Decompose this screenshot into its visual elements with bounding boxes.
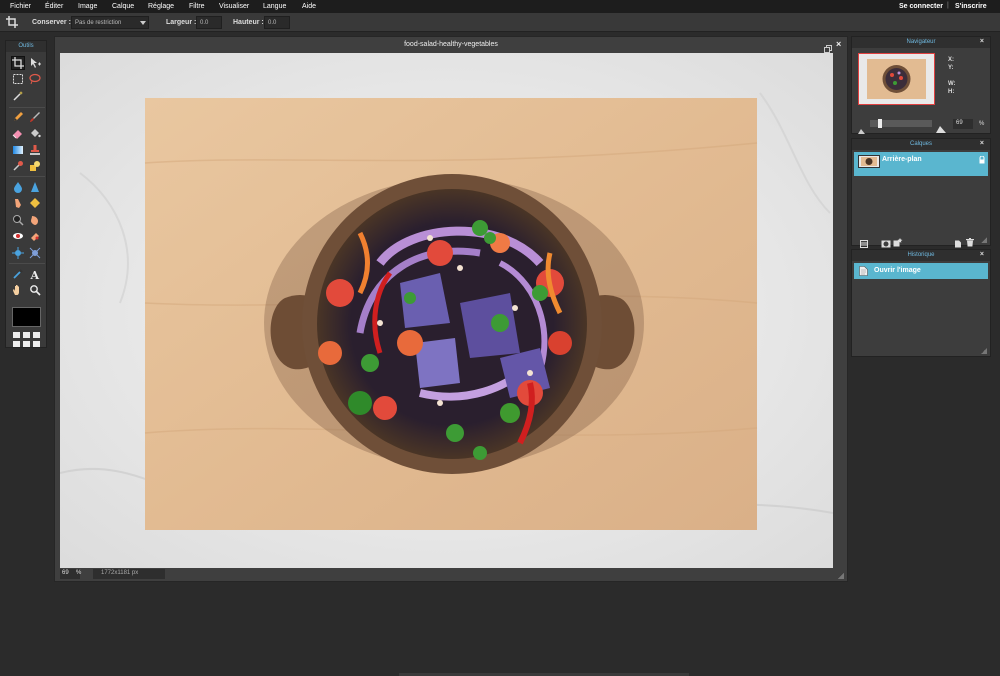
tools-panel: Outils A bbox=[5, 40, 47, 348]
navigator-title: Navigateur × bbox=[852, 37, 990, 48]
history-item-label: Ouvrir l'image bbox=[874, 267, 921, 274]
zoom-icon[interactable] bbox=[29, 284, 41, 296]
signup-link[interactable]: S'inscrire bbox=[955, 3, 987, 10]
menu-reglage[interactable]: Réglage bbox=[148, 3, 174, 10]
eraser-icon[interactable] bbox=[12, 127, 24, 139]
red-eye-icon[interactable] bbox=[12, 230, 24, 242]
menu-fichier[interactable]: Fichier bbox=[10, 3, 31, 10]
history-title: Historique × bbox=[852, 250, 990, 261]
close-icon[interactable]: × bbox=[980, 38, 984, 45]
width-input[interactable]: 0.0 bbox=[196, 16, 222, 29]
shapes-icon[interactable] bbox=[29, 160, 41, 172]
color-replace-icon[interactable] bbox=[12, 160, 24, 172]
layers-title-text: Calques bbox=[909, 141, 932, 147]
blur-icon[interactable] bbox=[12, 181, 24, 193]
paint-bucket-icon[interactable] bbox=[29, 127, 41, 139]
spot-heal-icon[interactable] bbox=[29, 230, 41, 242]
resize-grip-icon[interactable] bbox=[981, 348, 987, 354]
gradient-icon[interactable] bbox=[12, 144, 24, 156]
pinch-icon[interactable] bbox=[29, 247, 41, 259]
tools-divider bbox=[9, 176, 45, 177]
layers-title: Calques × bbox=[852, 139, 990, 150]
layer-row[interactable]: Arrière-plan bbox=[854, 152, 988, 176]
menu-calque[interactable]: Calque bbox=[112, 3, 134, 10]
menu-aide[interactable]: Aide bbox=[302, 3, 316, 10]
zoom-in-mountain-icon[interactable] bbox=[936, 120, 946, 138]
menu-bar: Fichier Éditer Image Calque Réglage Filt… bbox=[0, 0, 1000, 13]
menu-separator: | bbox=[947, 2, 949, 9]
nav-w-label: W: bbox=[948, 81, 956, 87]
food-photo bbox=[60, 53, 833, 568]
zoom-slider[interactable] bbox=[870, 119, 932, 128]
layer-thumbnail bbox=[858, 155, 880, 168]
options-bar: Conserver : Pas de restriction Largeur :… bbox=[0, 13, 1000, 32]
pencil-icon[interactable] bbox=[12, 111, 24, 123]
height-label: Hauteur : bbox=[233, 19, 264, 26]
nav-y-label: Y: bbox=[948, 65, 954, 71]
sponge-icon[interactable] bbox=[29, 197, 41, 209]
keep-select[interactable]: Pas de restriction bbox=[71, 16, 149, 29]
foreground-color-swatch[interactable] bbox=[12, 307, 41, 327]
keep-select-value: Pas de restriction bbox=[75, 20, 122, 26]
resize-grip-icon[interactable] bbox=[981, 237, 987, 243]
close-icon[interactable]: × bbox=[980, 251, 984, 258]
document-window: food-salad-healthy-vegetables × 69 % 177… bbox=[54, 36, 848, 582]
zoom-out-mountain-icon[interactable] bbox=[858, 121, 865, 139]
navigator-title-text: Navigateur bbox=[906, 39, 936, 45]
menu-editer[interactable]: Éditer bbox=[45, 3, 63, 10]
crop-icon[interactable] bbox=[11, 56, 25, 70]
navigator-zoom-unit: % bbox=[979, 121, 985, 127]
navigator-thumbnail[interactable] bbox=[858, 53, 935, 105]
close-icon[interactable]: × bbox=[980, 140, 984, 147]
history-title-text: Historique bbox=[907, 252, 935, 258]
history-row[interactable]: Ouvrir l'image bbox=[854, 263, 988, 279]
document-title: food-salad-healthy-vegetables bbox=[404, 41, 498, 48]
menu-langue[interactable]: Langue bbox=[263, 3, 286, 10]
move-icon[interactable] bbox=[29, 57, 41, 69]
lock-icon[interactable] bbox=[979, 155, 985, 166]
magic-wand-icon[interactable] bbox=[12, 90, 24, 102]
login-link[interactable]: Se connecter bbox=[899, 3, 943, 10]
layer-name: Arrière-plan bbox=[882, 156, 922, 163]
menu-visualiser[interactable]: Visualiser bbox=[219, 3, 249, 10]
keep-label: Conserver : bbox=[32, 19, 71, 26]
brush-icon[interactable] bbox=[29, 111, 41, 123]
eyedropper-icon[interactable] bbox=[12, 268, 24, 280]
nav-x-label: X: bbox=[948, 57, 954, 63]
tools-divider bbox=[9, 263, 45, 264]
close-icon[interactable]: × bbox=[836, 39, 841, 49]
sharpen-icon[interactable] bbox=[29, 181, 41, 193]
bloat-icon[interactable] bbox=[12, 247, 24, 259]
menu-image[interactable]: Image bbox=[78, 3, 97, 10]
tools-divider bbox=[9, 107, 45, 108]
image-dimensions: 1772x1181 px bbox=[93, 569, 165, 579]
width-label: Largeur : bbox=[166, 19, 197, 26]
crop-tool-icon bbox=[6, 16, 18, 30]
image-canvas[interactable] bbox=[60, 53, 833, 568]
menu-filtre[interactable]: Filtre bbox=[189, 3, 205, 10]
swatch-grid-icon[interactable] bbox=[12, 331, 43, 349]
resize-grip-icon[interactable] bbox=[838, 573, 844, 579]
chevron-down-icon bbox=[140, 21, 146, 25]
navigator-panel: Navigateur × X: Y: W: H: 69 % bbox=[851, 36, 991, 134]
zoom-slider-handle[interactable] bbox=[878, 119, 882, 128]
nav-h-label: H: bbox=[948, 89, 955, 95]
smudge-icon[interactable] bbox=[12, 197, 24, 209]
tools-title: Outils bbox=[6, 41, 46, 52]
hand-icon[interactable] bbox=[12, 284, 24, 296]
burn-icon[interactable] bbox=[29, 214, 41, 226]
history-panel: Historique × Ouvrir l'image bbox=[851, 249, 991, 357]
height-input[interactable]: 0.0 bbox=[264, 16, 290, 29]
svg-text:A: A bbox=[30, 269, 40, 280]
zoom-unit: % bbox=[76, 570, 82, 576]
lasso-icon[interactable] bbox=[29, 73, 41, 85]
layers-panel: Calques × Arrière-plan bbox=[851, 138, 991, 248]
clone-stamp-icon[interactable] bbox=[29, 144, 41, 156]
navigator-zoom-field[interactable]: 69 bbox=[953, 119, 973, 129]
text-icon[interactable]: A bbox=[29, 268, 41, 280]
document-icon bbox=[859, 266, 868, 278]
dodge-icon[interactable] bbox=[12, 214, 24, 226]
status-bar: 69 % 1772x1181 px bbox=[55, 569, 847, 581]
marquee-icon[interactable] bbox=[12, 73, 24, 85]
